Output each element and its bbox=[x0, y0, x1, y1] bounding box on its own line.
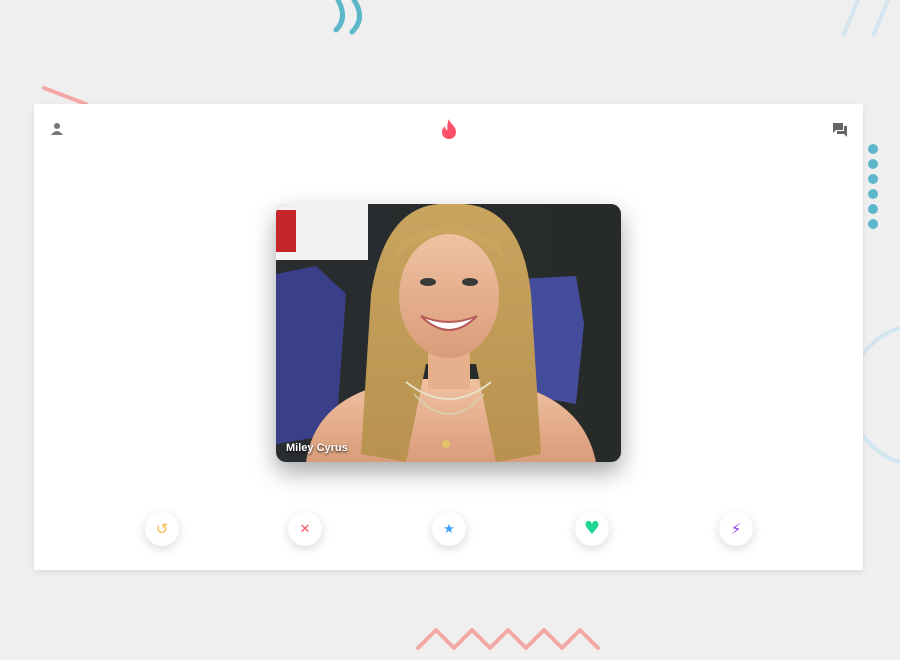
nope-button[interactable]: ✕ bbox=[288, 512, 322, 546]
profile-name: Miley Cyrus bbox=[286, 442, 348, 454]
like-button[interactable]: ♥ bbox=[575, 512, 609, 546]
teal-arc-decoration bbox=[333, 0, 362, 35]
app-window: Miley Cyrus ↺ ✕ ★ ♥ ⚡ bbox=[34, 104, 863, 570]
heart-icon: ♥ bbox=[583, 518, 601, 539]
chat-bubbles-icon[interactable] bbox=[832, 122, 848, 143]
bolt-icon: ⚡ bbox=[730, 519, 742, 538]
profile-card[interactable]: Miley Cyrus bbox=[276, 204, 621, 462]
zigzag-decoration bbox=[416, 628, 600, 650]
rewind-icon: ↺ bbox=[155, 519, 169, 538]
pink-line-decoration bbox=[42, 86, 88, 106]
circle-outline-decoration bbox=[860, 325, 900, 465]
teal-dots-decoration bbox=[868, 144, 878, 229]
profile-photo bbox=[276, 204, 621, 462]
person-icon[interactable] bbox=[50, 122, 64, 141]
boost-button[interactable]: ⚡ bbox=[719, 512, 753, 546]
light-stripes-decoration bbox=[842, 0, 890, 36]
rewind-button[interactable]: ↺ bbox=[145, 512, 179, 546]
super-like-button[interactable]: ★ bbox=[432, 512, 466, 546]
flame-logo-icon[interactable] bbox=[440, 118, 458, 145]
star-icon: ★ bbox=[443, 521, 455, 537]
close-icon: ✕ bbox=[299, 521, 311, 537]
